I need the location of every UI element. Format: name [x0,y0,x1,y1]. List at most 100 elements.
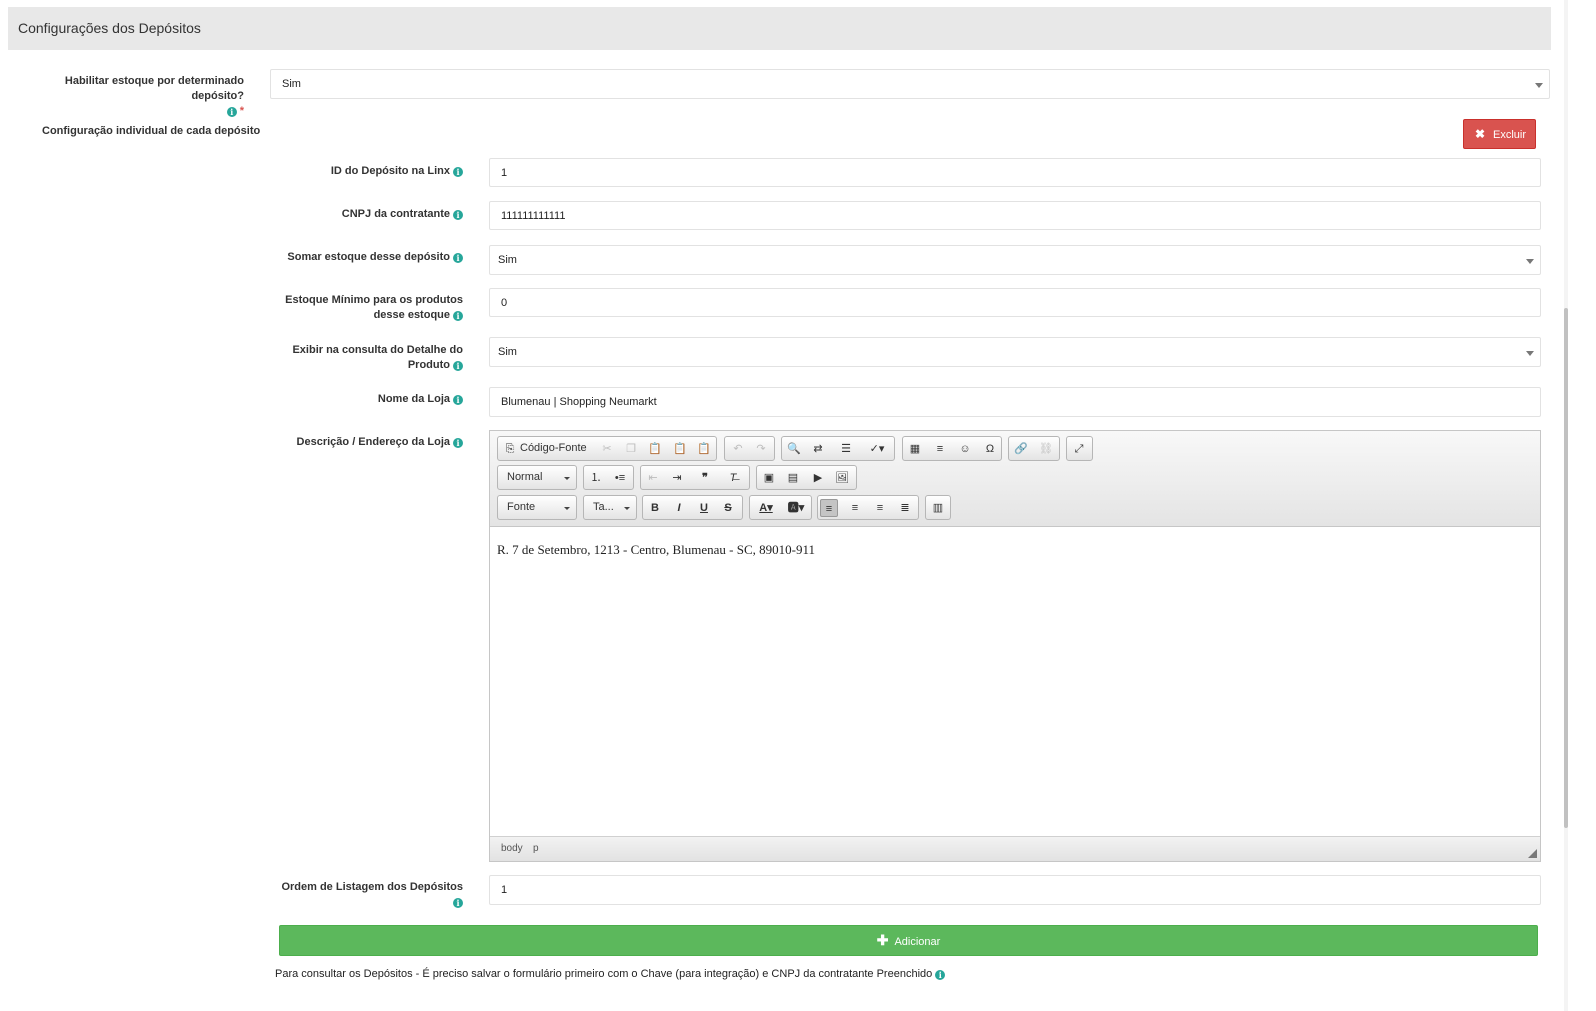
remove-format-icon[interactable]: T̶ [724,469,742,487]
table-icon[interactable]: ▦ [906,440,924,458]
toolbar-group-link: 🔗 ⛓ [1008,436,1060,461]
sum-stock-select[interactable]: Sim [489,245,1541,275]
rich-text-editor[interactable]: ⎘ Código-Fonte ✂ ❐ 📋 📋 📋 ↶ ↷ 🔍 ⇄ ☰ ✓▾ ▦ … [489,430,1541,862]
store-name-value: Blumenau | Shopping Neumarkt [501,396,657,408]
show-detail-select[interactable]: Sim [489,337,1541,367]
youtube-icon[interactable]: ▶ [809,469,827,487]
redo-icon[interactable]: ↷ [752,440,770,458]
special-char-icon[interactable]: Ω [981,440,999,458]
blockquote-icon[interactable]: ❞ [696,469,714,487]
order-input[interactable]: 1 [489,875,1541,905]
underline-icon[interactable]: U [695,499,713,517]
resize-grip-icon[interactable] [1528,849,1537,858]
min-stock-label-line2: desse estoque [373,309,450,321]
image-icon[interactable]: 🖼 [833,469,851,487]
undo-icon[interactable]: ↶ [729,440,747,458]
info-icon[interactable]: i [935,970,946,980]
page-scrollbar[interactable] [1564,0,1568,1011]
cnpj-input[interactable]: 111111111111 [489,201,1541,230]
close-icon: ✖ [1475,127,1486,141]
source-button-label[interactable]: Código-Fonte [520,442,587,454]
toolbar-group-align: ≡ ≡ ≡ ≣ [817,495,919,520]
info-icon[interactable]: i [453,210,463,220]
min-stock-value: 0 [501,297,508,309]
select-all-icon[interactable]: ☰ [837,440,855,458]
toolbar-group-colors: A▾ 🅰▾ [749,495,812,520]
background-color-icon[interactable]: 🅰▾ [783,499,809,517]
cut-icon[interactable]: ✂ [598,440,616,458]
format-select[interactable]: Normal [497,465,577,490]
info-icon[interactable]: i [453,395,463,405]
flash-icon[interactable]: ▣ [760,469,778,487]
numbered-list-icon[interactable]: ⒈ [587,469,605,487]
show-blocks-icon[interactable]: ▥ [929,499,947,517]
info-icon[interactable]: i [453,167,463,177]
align-right-icon[interactable]: ≡ [871,499,889,517]
min-stock-input[interactable]: 0 [489,288,1541,317]
iframe-icon[interactable]: ▤ [784,469,802,487]
strikethrough-icon[interactable]: S [719,499,737,517]
text-color-icon[interactable]: A▾ [753,499,779,517]
replace-icon[interactable]: ⇄ [809,440,827,458]
info-icon[interactable]: i [453,361,463,371]
info-icon[interactable]: i [453,898,463,908]
delete-button[interactable]: ✖ Excluir [1463,119,1536,149]
format-value: Normal [507,471,543,483]
copy-icon[interactable]: ❐ [622,440,640,458]
size-value: Ta... [593,501,614,513]
info-icon[interactable]: i [226,107,237,117]
cnpj-label: CNPJ da contratante i [230,207,463,222]
source-icon[interactable]: ⎘ [501,440,519,458]
deposit-id-input[interactable]: 1 [489,158,1541,187]
info-icon[interactable]: i [453,311,463,321]
outdent-icon[interactable]: ⇤ [644,469,662,487]
align-left-icon[interactable]: ≡ [820,499,838,517]
maximize-icon[interactable]: ⤢ [1070,440,1088,458]
align-center-icon[interactable]: ≡ [846,499,864,517]
add-button-label: Adicionar [894,936,941,948]
cnpj-value: 111111111111 [501,210,566,222]
font-value: Fonte [507,501,536,513]
font-select[interactable]: Fonte [497,495,577,520]
chevron-down-icon [624,507,630,510]
bulleted-list-icon[interactable]: •≡ [611,469,629,487]
chevron-down-icon [1535,83,1543,88]
paste-word-icon[interactable]: 📋 [695,440,713,458]
toolbar-group-indent: ⇤ ⇥ ❞ T̶ [640,465,750,490]
chevron-down-icon [564,477,570,480]
paste-text-icon[interactable]: 📋 [671,440,689,458]
info-icon[interactable]: i [453,253,463,263]
paste-icon[interactable]: 📋 [646,440,664,458]
chevron-down-icon [1526,351,1534,356]
smiley-icon[interactable]: ☺ [956,440,974,458]
store-name-label: Nome da Loja i [230,392,463,407]
spellcheck-icon[interactable]: ✓▾ [864,440,890,458]
scrollbar-thumb[interactable] [1564,308,1568,828]
enable-stock-select[interactable]: Sim [270,69,1550,99]
size-select[interactable]: Ta... [583,495,637,520]
horizontal-rule-icon[interactable]: ≡ [931,440,949,458]
show-detail-label: Exibir na consulta do Detalhe do Produto… [230,343,463,373]
footer-note: Para consultar os Depósitos - É preciso … [275,968,946,980]
unlink-icon[interactable]: ⛓ [1037,440,1055,458]
delete-button-label: Excluir [1493,129,1527,141]
enable-stock-label: Habilitar estoque por determinado depósi… [14,74,244,119]
indent-icon[interactable]: ⇥ [668,469,686,487]
align-justify-icon[interactable]: ≣ [896,499,914,517]
store-name-input[interactable]: Blumenau | Shopping Neumarkt [489,387,1541,417]
info-icon[interactable]: i [453,438,463,448]
editor-content[interactable]: R. 7 de Setembro, 1213 - Centro, Blumena… [497,542,815,558]
sum-stock-label: Somar estoque desse depósito i [230,250,463,265]
toolbar-group-insert: ▦ ≡ ☺ Ω [902,436,1002,461]
bold-icon[interactable]: B [646,499,664,517]
cnpj-label-text: CNPJ da contratante [341,208,450,220]
deposit-id-value: 1 [501,167,508,179]
add-button[interactable]: ✚ Adicionar [279,925,1538,956]
path-p[interactable]: p [533,843,539,854]
order-label-text: Ordem de Listagem dos Depósitos [281,881,463,893]
link-icon[interactable]: 🔗 [1012,440,1030,458]
italic-icon[interactable]: I [670,499,688,517]
path-body[interactable]: body [501,843,523,854]
toolbar-group-document: ⎘ Código-Fonte ✂ ❐ 📋 📋 📋 [497,436,717,461]
find-icon[interactable]: 🔍 [785,440,803,458]
